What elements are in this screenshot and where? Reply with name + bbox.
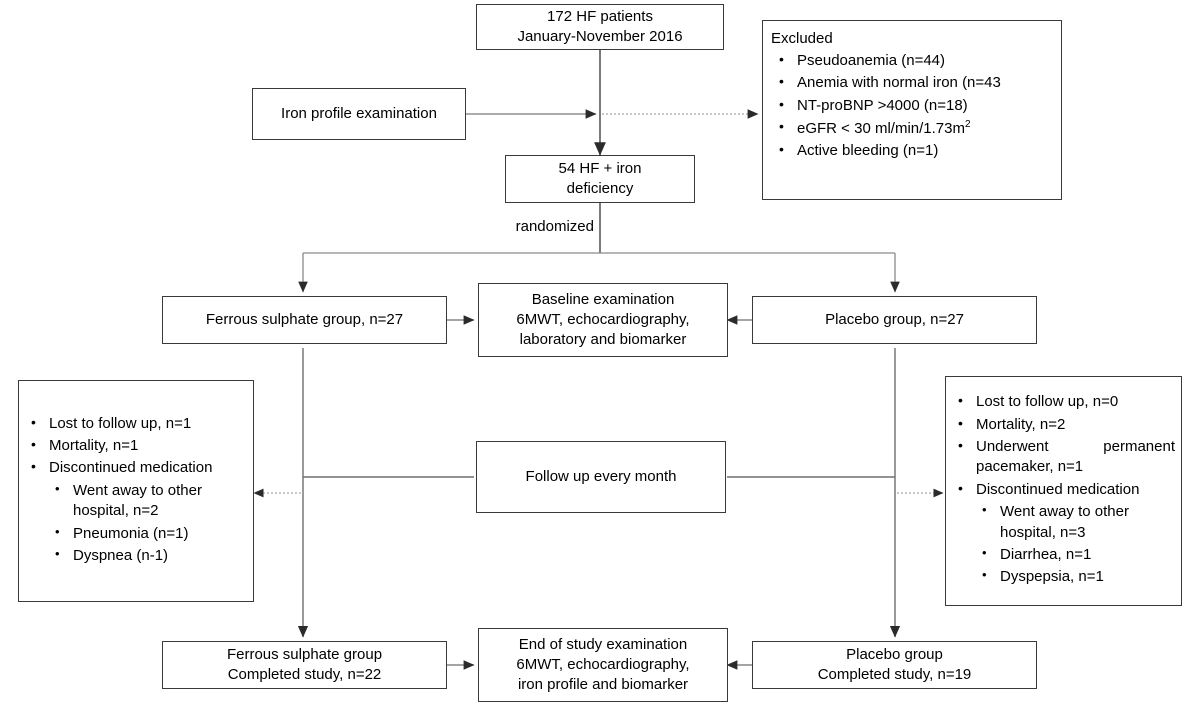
excluded-item-2: NT-proBNP >4000 (n=18): [771, 95, 1055, 116]
enrollment-line1: 172 HF patients: [547, 8, 653, 26]
placebo-dropout-item-0: Lost to follow up, n=0: [950, 391, 1175, 412]
ferrous-dropout-item-1: Mortality, n=1: [23, 435, 247, 456]
placebo-completed-line1: Placebo group: [846, 646, 943, 664]
ferrous-dropout-sub-1: Pneumonia (n=1): [49, 523, 247, 544]
placebo-dropout-item-3: Discontinued medication Went away to oth…: [950, 479, 1175, 588]
node-ferrous-completed: Ferrous sulphate group Completed study, …: [162, 641, 447, 689]
excluded-item-4: Active bleeding (n=1): [771, 140, 1055, 161]
baseline-line3: laboratory and biomarker: [519, 330, 687, 348]
node-placebo-dropouts: Lost to follow up, n=0 Mortality, n=2 Un…: [945, 376, 1182, 606]
ferrous-dropouts-list: Lost to follow up, n=1 Mortality, n=1 Di…: [23, 413, 247, 569]
ferrous-group-label: Ferrous sulphate group, n=27: [205, 311, 404, 329]
placebo-dropout-sub-1: Diarrhea, n=1: [976, 544, 1175, 565]
excluded-item-3: eGFR < 30 ml/min/1.73m2: [771, 117, 1055, 139]
node-baseline-examination: Baseline examination 6MWT, echocardiogra…: [478, 283, 728, 357]
node-ferrous-sulphate-group: Ferrous sulphate group, n=27: [162, 296, 447, 344]
node-end-of-study-examination: End of study examination 6MWT, echocardi…: [478, 628, 728, 702]
ferrous-dropout-item-0: Lost to follow up, n=1: [23, 413, 247, 434]
ferrous-dropout-sub-2: Dyspnea (n-1): [49, 545, 247, 566]
placebo-dropout-sub-2: Dyspepsia, n=1: [976, 566, 1175, 587]
ferrous-completed-line2: Completed study, n=22: [227, 666, 382, 683]
excluded-heading: Excluded: [771, 30, 833, 47]
ferrous-dropouts-sublist: Went away to other hospital, n=2 Pneumon…: [49, 480, 247, 567]
iron-profile-label: Iron profile examination: [281, 105, 437, 123]
node-placebo-group: Placebo group, n=27: [752, 296, 1037, 344]
ferrous-dropout-sub-0: Went away to other hospital, n=2: [49, 480, 247, 522]
ferrous-completed-line1: Ferrous sulphate group: [226, 646, 383, 664]
ferrous-dropout-item-2: Discontinued medication Went away to oth…: [23, 457, 247, 567]
followup-label: Follow up every month: [525, 468, 677, 486]
excluded-item-3-superscript: 2: [964, 118, 971, 130]
placebo-dropout-item-2: Underwent permanent pacemaker, n=1: [950, 436, 1175, 478]
placebo-dropouts-list: Lost to follow up, n=0 Mortality, n=2 Un…: [950, 391, 1175, 590]
eligible-line1: 54 HF + iron: [558, 160, 642, 178]
placebo-completed-line2: Completed study, n=19: [817, 666, 972, 683]
placebo-dropout-item-3-text: Discontinued medication: [976, 480, 1140, 498]
node-enrollment: 172 HF patients January-November 2016: [476, 4, 724, 50]
node-eligible: 54 HF + iron deficiency: [505, 155, 695, 203]
baseline-line2: 6MWT, echocardiography,: [516, 311, 690, 329]
node-excluded: Excluded Pseudoanemia (n=44) Anemia with…: [762, 20, 1062, 200]
placebo-dropouts-sublist: Went away to other hospital, n=3 Diarrhe…: [976, 501, 1175, 588]
node-placebo-completed: Placebo group Completed study, n=19: [752, 641, 1037, 689]
endexam-line2: 6MWT, echocardiography,: [516, 656, 690, 674]
ferrous-dropout-item-2-text: Discontinued medication: [49, 459, 213, 477]
baseline-line1: Baseline examination: [531, 291, 675, 309]
placebo-dropout-sub-0: Went away to other hospital, n=3: [976, 501, 1175, 543]
randomized-label: randomized: [515, 218, 594, 235]
excluded-item-1: Anemia with normal iron (n=43: [771, 72, 1055, 93]
node-ferrous-dropouts: Lost to follow up, n=1 Mortality, n=1 Di…: [18, 380, 254, 602]
node-follow-up: Follow up every month: [476, 441, 726, 513]
enrollment-line2: January-November 2016: [517, 28, 683, 45]
node-iron-profile-examination: Iron profile examination: [252, 88, 466, 140]
excluded-item-3-text: eGFR < 30 ml/min/1.73m: [797, 119, 965, 137]
excluded-list: Pseudoanemia (n=44) Anemia with normal i…: [771, 50, 1055, 164]
endexam-line3: iron profile and biomarker: [517, 675, 689, 693]
eligible-line2: deficiency: [566, 180, 634, 197]
flow-diagram: 172 HF patients January-November 2016 Ir…: [0, 0, 1200, 716]
excluded-item-0: Pseudoanemia (n=44): [771, 50, 1055, 71]
endexam-line1: End of study examination: [518, 636, 688, 654]
placebo-group-label: Placebo group, n=27: [825, 311, 964, 329]
placebo-dropout-item-1: Mortality, n=2: [950, 414, 1175, 435]
